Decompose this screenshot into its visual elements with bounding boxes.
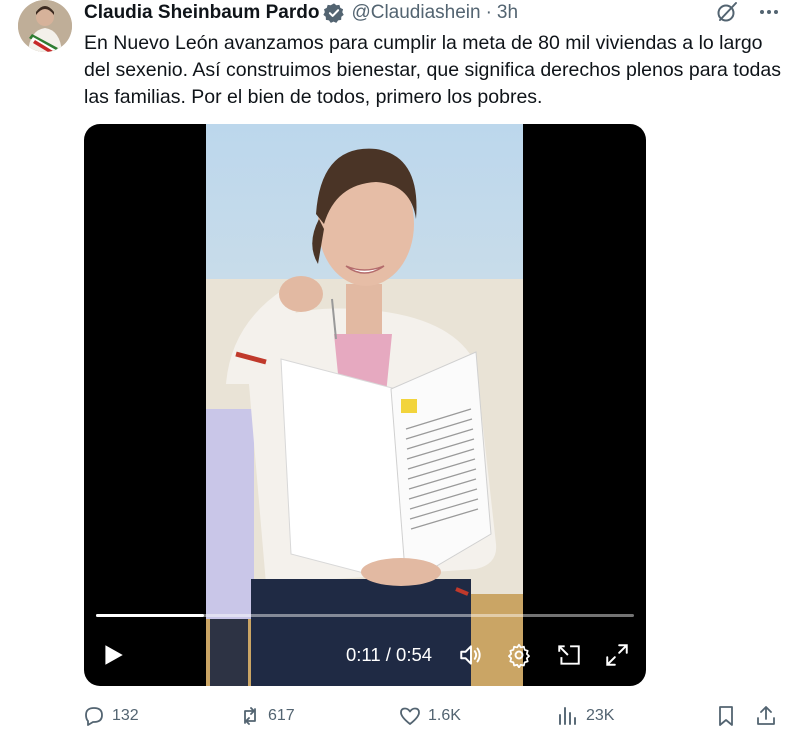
- share-button[interactable]: [754, 704, 784, 728]
- share-icon: [757, 706, 775, 725]
- video-frame[interactable]: [206, 124, 523, 686]
- video-timecode: 0:11 / 0:54: [346, 644, 433, 665]
- video-controls: 0:11 / 0:54: [84, 632, 646, 678]
- video-player[interactable]: 0:11 / 0:54: [84, 124, 646, 686]
- views-count: 23K: [586, 707, 615, 724]
- reply-icon: [85, 707, 103, 726]
- grok-icon[interactable]: [715, 0, 739, 24]
- like-count: 1.6K: [428, 707, 461, 724]
- play-icon[interactable]: [100, 642, 126, 668]
- author-name[interactable]: Claudia Sheinbaum Pardo: [84, 2, 319, 24]
- reply-count: 132: [112, 707, 139, 724]
- fullscreen-icon[interactable]: [604, 642, 630, 668]
- avatar[interactable]: [18, 0, 72, 52]
- views-button[interactable]: 23K: [556, 704, 614, 728]
- views-chart-icon: [559, 707, 576, 725]
- heart-icon: [400, 707, 420, 725]
- repost-count: 617: [268, 707, 295, 724]
- more-options-icon[interactable]: [757, 0, 781, 24]
- video-still: [206, 148, 523, 686]
- picture-in-picture-icon[interactable]: [556, 642, 582, 668]
- header-actions: [715, 0, 781, 24]
- reply-button[interactable]: 132: [82, 704, 139, 728]
- repost-button[interactable]: 617: [238, 704, 295, 728]
- tweet-header: Claudia Sheinbaum Pardo @Claudiashein · …: [84, 0, 781, 26]
- avatar-photo: [18, 0, 72, 52]
- volume-icon[interactable]: [458, 642, 484, 668]
- bookmark-icon: [719, 706, 733, 726]
- settings-gear-icon[interactable]: [506, 642, 532, 668]
- video-progress-bar[interactable]: [96, 614, 634, 617]
- separator-dot: ·: [485, 2, 492, 23]
- like-button[interactable]: 1.6K: [398, 704, 461, 728]
- repost-icon: [244, 707, 256, 725]
- timestamp[interactable]: 3h: [497, 2, 518, 24]
- video-progress-fill: [96, 614, 204, 617]
- verified-badge-icon: [323, 2, 345, 24]
- bookmark-button[interactable]: [714, 704, 744, 728]
- author-handle[interactable]: @Claudiashein: [351, 2, 480, 24]
- tweet-actions: 132 617 1.6K 23K: [82, 704, 781, 732]
- tweet-text: En Nuevo León avanzamos para cumplir la …: [84, 32, 782, 108]
